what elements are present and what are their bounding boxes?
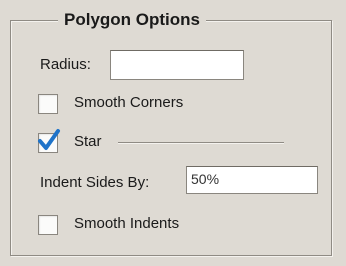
indent-sides-label: Indent Sides By: [40, 174, 150, 191]
star-label: Star [74, 133, 102, 150]
checkmark-icon [38, 129, 60, 150]
smooth-indents-checkbox[interactable] [38, 215, 58, 235]
star-checkbox[interactable] [38, 129, 60, 153]
radius-label: Radius: [40, 56, 91, 73]
smooth-indents-label: Smooth Indents [74, 215, 180, 232]
smooth-corners-checkbox[interactable] [38, 94, 58, 114]
indent-sides-input[interactable]: 50% [186, 166, 318, 194]
star-separator [118, 142, 284, 143]
radius-input[interactable] [110, 50, 244, 80]
polygon-options-dialog: Polygon Options Radius: Smooth Corners S… [0, 0, 346, 266]
smooth-corners-label: Smooth Corners [74, 94, 184, 111]
group-title: Polygon Options [58, 10, 206, 30]
